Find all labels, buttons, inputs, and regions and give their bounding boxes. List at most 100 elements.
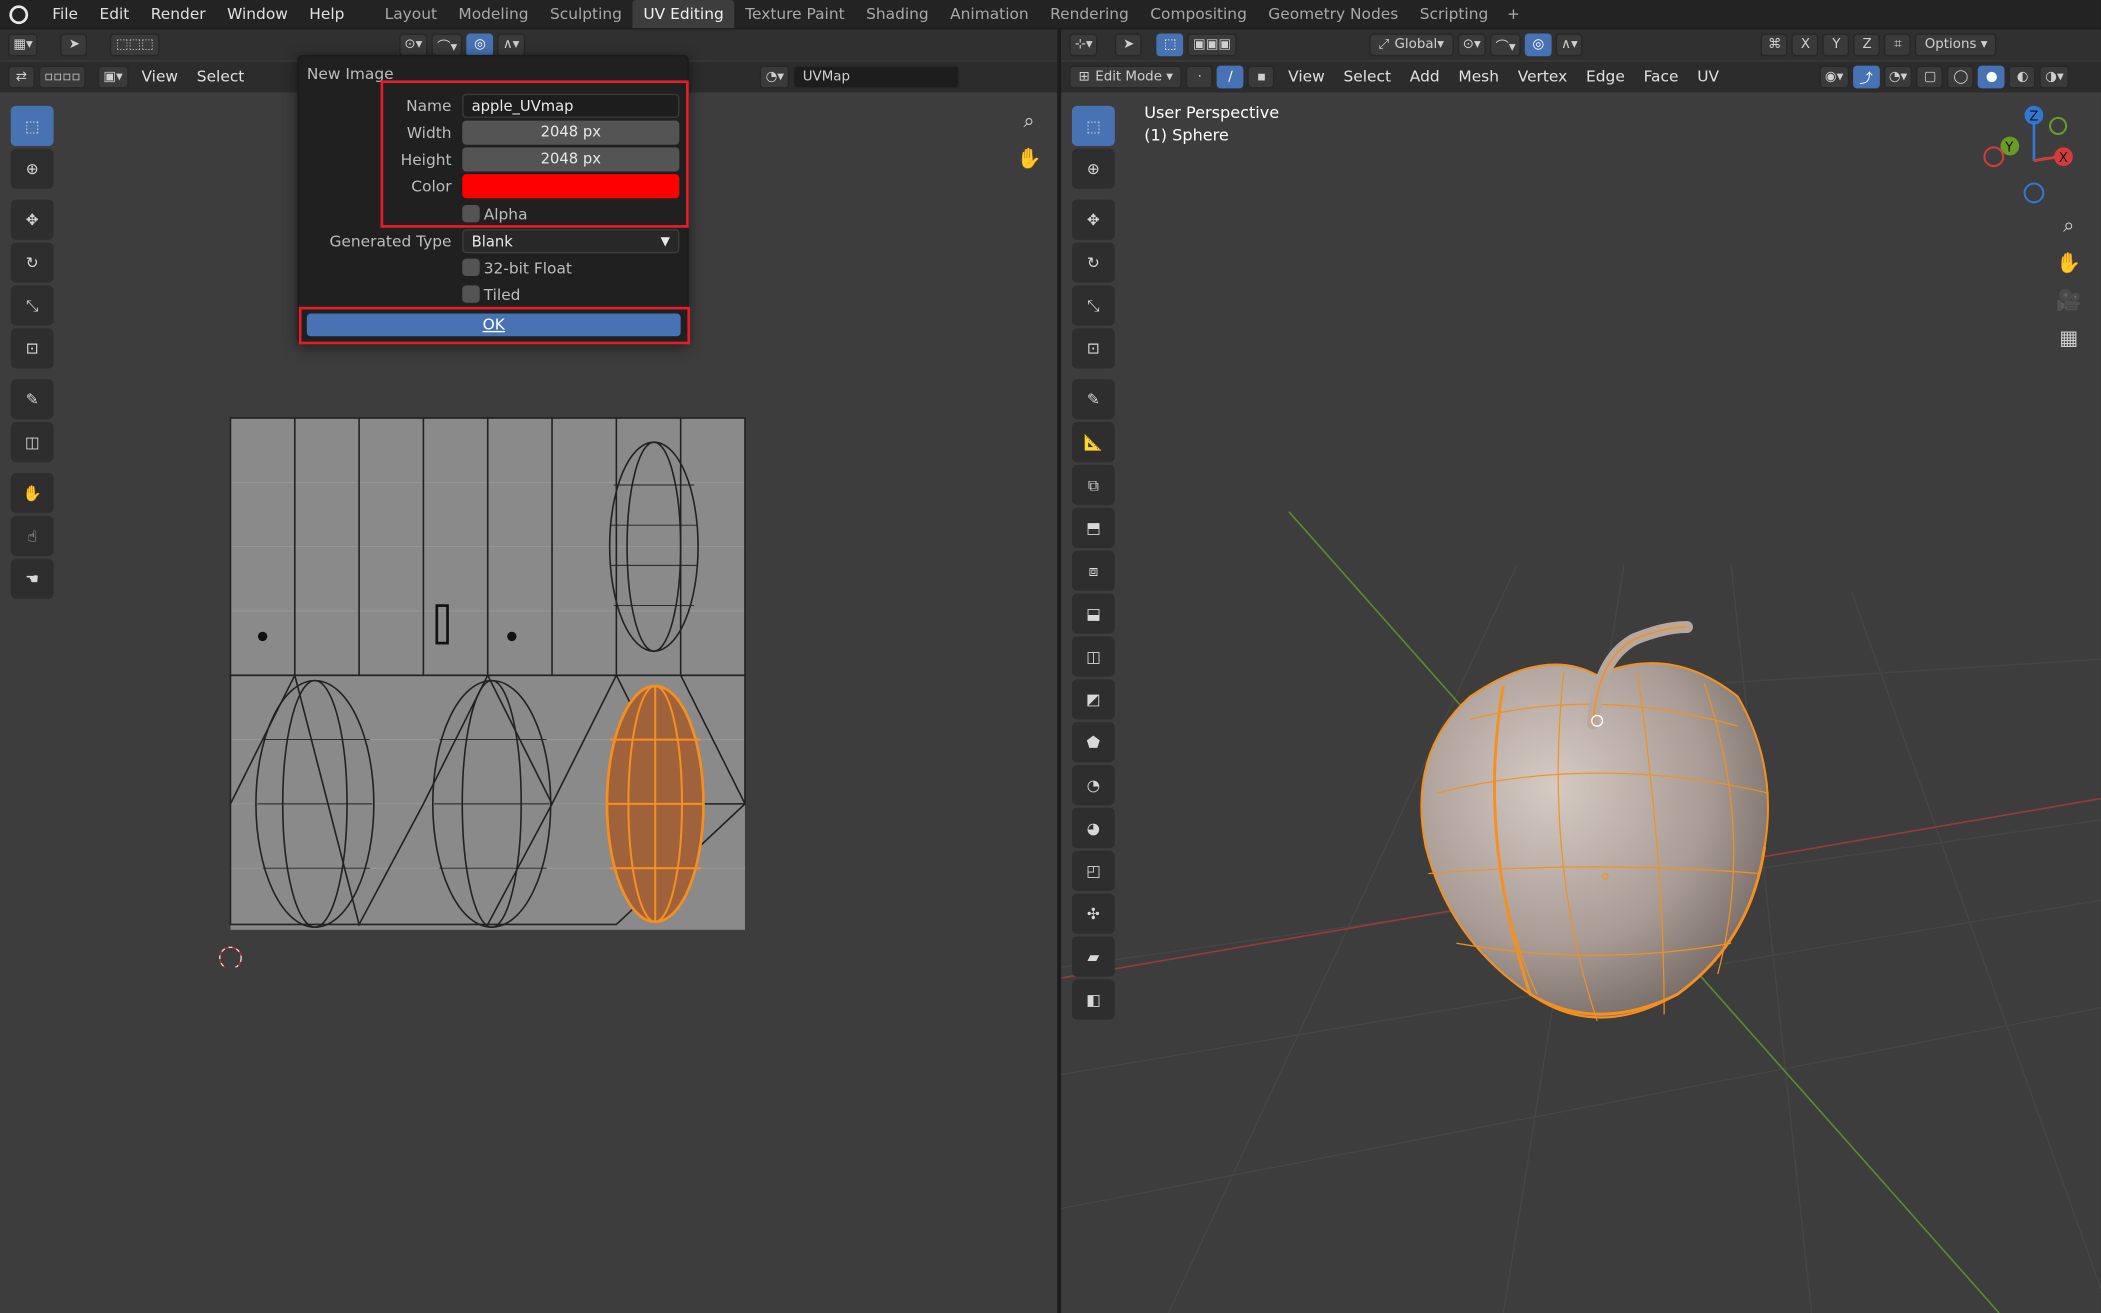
vp-menu-select[interactable]: Select — [1334, 62, 1400, 93]
camera-icon[interactable]: 🎥 — [2053, 284, 2085, 316]
add-cube-icon[interactable]: ⧉ — [1071, 464, 1115, 506]
falloff-icon[interactable]: ∧▾ — [497, 33, 525, 57]
rotate-3d-icon[interactable]: ↻ — [1071, 242, 1115, 283]
shading-solid-icon[interactable]: ● — [1978, 65, 2006, 89]
axis-x-button[interactable]: X — [1792, 33, 1819, 57]
cursor-3d-icon[interactable]: ⊕ — [1071, 148, 1115, 189]
menu-file[interactable]: File — [42, 0, 89, 28]
bevel-icon[interactable]: ⬓ — [1071, 593, 1115, 634]
shading-rendered-icon[interactable]: ◑▾ — [2039, 65, 2070, 89]
shear-icon[interactable]: ▰ — [1071, 936, 1115, 977]
tab-rendering[interactable]: Rendering — [1039, 0, 1139, 28]
uv-select-mode-icon[interactable]: ▫▫▫▫ — [38, 65, 86, 89]
rip-region-icon[interactable]: ◧ — [1071, 979, 1115, 1020]
shading-wire-icon[interactable]: ◯ — [1947, 65, 1975, 89]
tab-modeling[interactable]: Modeling — [448, 0, 540, 28]
overlay-3d-icon[interactable]: ◔▾ — [1883, 65, 1913, 89]
tweak-tool-icon[interactable]: ➤ — [1115, 33, 1143, 57]
transform-icon[interactable]: ⊡ — [10, 328, 54, 369]
ortho-grid-icon[interactable]: ▦ — [2053, 322, 2085, 354]
mode-dropdown[interactable]: ⊞ Edit Mode ▾ — [1069, 65, 1183, 89]
snap-3d-icon[interactable]: ⌒▾ — [1490, 33, 1521, 57]
navigation-gizmo[interactable]: Z Y X — [1980, 99, 2087, 206]
pivot-3d-icon[interactable]: ⊙▾ — [1457, 33, 1487, 57]
pinch-icon[interactable]: ☚ — [10, 558, 54, 599]
uv-layout[interactable] — [201, 405, 764, 968]
mode-select-ops-icon[interactable]: ▣▣▣ — [1187, 33, 1237, 57]
float-checkbox[interactable] — [462, 258, 480, 276]
mode-select-new-icon[interactable]: ⬚ — [1156, 33, 1184, 57]
extrude-icon[interactable]: ⬒ — [1071, 507, 1115, 548]
vp-menu-edge[interactable]: Edge — [1577, 62, 1635, 93]
shading-material-icon[interactable]: ◐ — [2009, 65, 2036, 89]
zoom-3d-icon[interactable]: ⌕ — [2053, 209, 2085, 241]
pivot-icon[interactable]: ⊙▾ — [399, 33, 428, 57]
generated-type-select[interactable]: Blank ▼ — [462, 229, 680, 254]
tab-compositing[interactable]: Compositing — [1140, 0, 1258, 28]
vp-menu-mesh[interactable]: Mesh — [1449, 62, 1508, 93]
transform-3d-icon[interactable]: ⊡ — [1071, 328, 1115, 369]
axis-y-button[interactable]: Y — [1822, 33, 1850, 57]
tab-uv-editing[interactable]: UV Editing — [632, 0, 735, 29]
select-box-3d-icon[interactable]: ⬚ — [1071, 105, 1115, 147]
scale-icon[interactable]: ⤡ — [10, 285, 54, 326]
vp-menu-view[interactable]: View — [1279, 62, 1334, 93]
visibility-icon[interactable]: ◉▾ — [1819, 65, 1849, 89]
loop-cut-icon[interactable]: ◫ — [1071, 636, 1115, 677]
mirror-icon[interactable]: ⌘ — [1761, 33, 1789, 57]
gizmo-toggle-icon[interactable]: ⤴ — [1852, 65, 1880, 89]
menu-render[interactable]: Render — [140, 0, 216, 28]
proportional-3d-icon[interactable]: ◎ — [1524, 33, 1552, 57]
transform-orientation[interactable]: ⤢ Global ▾ — [1369, 33, 1454, 57]
select-tool-icon[interactable]: ➤ — [60, 33, 88, 57]
tab-shading[interactable]: Shading — [855, 0, 939, 28]
relax-icon[interactable]: ☝ — [10, 515, 54, 557]
annotate-icon[interactable]: ✎ — [10, 379, 54, 420]
uv-menu-select[interactable]: Select — [187, 62, 253, 93]
sticky-mode-icon[interactable]: ▣▾ — [97, 65, 129, 89]
select-box-icon[interactable]: ⬚ — [10, 105, 54, 147]
auto-merge-icon[interactable]: ⌗ — [1884, 33, 1912, 57]
vertex-select-icon[interactable]: ⋅ — [1186, 65, 1214, 89]
snap-icon[interactable]: ⌒▾ — [431, 33, 463, 57]
tab-animation[interactable]: Animation — [939, 0, 1039, 28]
face-select-icon[interactable]: ▪ — [1247, 65, 1275, 89]
annotate-3d-icon[interactable]: ✎ — [1071, 379, 1115, 420]
editor-type-icon[interactable]: ▦▾ — [8, 33, 39, 57]
tiled-checkbox[interactable] — [462, 285, 480, 303]
axis-z-button[interactable]: Z — [1853, 33, 1881, 57]
edge-slide-icon[interactable]: ◰ — [1071, 850, 1115, 891]
blender-logo-icon[interactable] — [9, 4, 29, 24]
xray-icon[interactable]: ▢ — [1916, 65, 1944, 89]
vp-menu-add[interactable]: Add — [1400, 62, 1449, 93]
pan-hand-icon[interactable]: ✋ — [1013, 142, 1045, 174]
menu-window[interactable]: Window — [216, 0, 298, 28]
knife-icon[interactable]: ◩ — [1071, 679, 1115, 720]
tab-sculpting[interactable]: Sculpting — [539, 0, 632, 28]
tab-texture-paint[interactable]: Texture Paint — [734, 0, 855, 28]
inset-icon[interactable]: ⧈ — [1071, 550, 1115, 591]
options-button[interactable]: Options ▾ — [1915, 33, 1997, 57]
tab-scripting[interactable]: Scripting — [1409, 0, 1499, 28]
pan-3d-icon[interactable]: ✋ — [2053, 247, 2085, 279]
measure-icon[interactable]: 📐 — [1071, 422, 1115, 463]
edge-select-icon[interactable]: ∕ — [1217, 65, 1244, 89]
grab-icon[interactable]: ✋ — [10, 472, 54, 514]
vp-menu-uv[interactable]: UV — [1688, 62, 1729, 93]
shrink-icon[interactable]: ✣ — [1071, 893, 1115, 934]
move-icon[interactable]: ✥ — [10, 199, 54, 240]
rip-icon[interactable]: ◫ — [10, 422, 54, 463]
editor-type-3d-icon[interactable]: ⊹▾ — [1069, 33, 1098, 57]
tab-geometry-nodes[interactable]: Geometry Nodes — [1258, 0, 1409, 28]
move-3d-icon[interactable]: ✥ — [1071, 199, 1115, 240]
sync-selection-icon[interactable]: ⇄ — [8, 65, 35, 89]
falloff-3d-icon[interactable]: ∧▾ — [1555, 33, 1584, 57]
select-mode-icon[interactable]: ⬚⬚⬚ — [110, 33, 160, 57]
uvmap-field[interactable]: UVMap — [793, 65, 960, 89]
cursor-icon[interactable]: ⊕ — [10, 148, 54, 189]
tab-layout[interactable]: Layout — [374, 0, 448, 28]
vp-menu-vertex[interactable]: Vertex — [1508, 62, 1576, 93]
apple-mesh[interactable] — [1396, 592, 1785, 1048]
zoom-icon[interactable]: ⌕ — [1013, 105, 1045, 137]
smooth-icon[interactable]: ◕ — [1071, 807, 1115, 849]
